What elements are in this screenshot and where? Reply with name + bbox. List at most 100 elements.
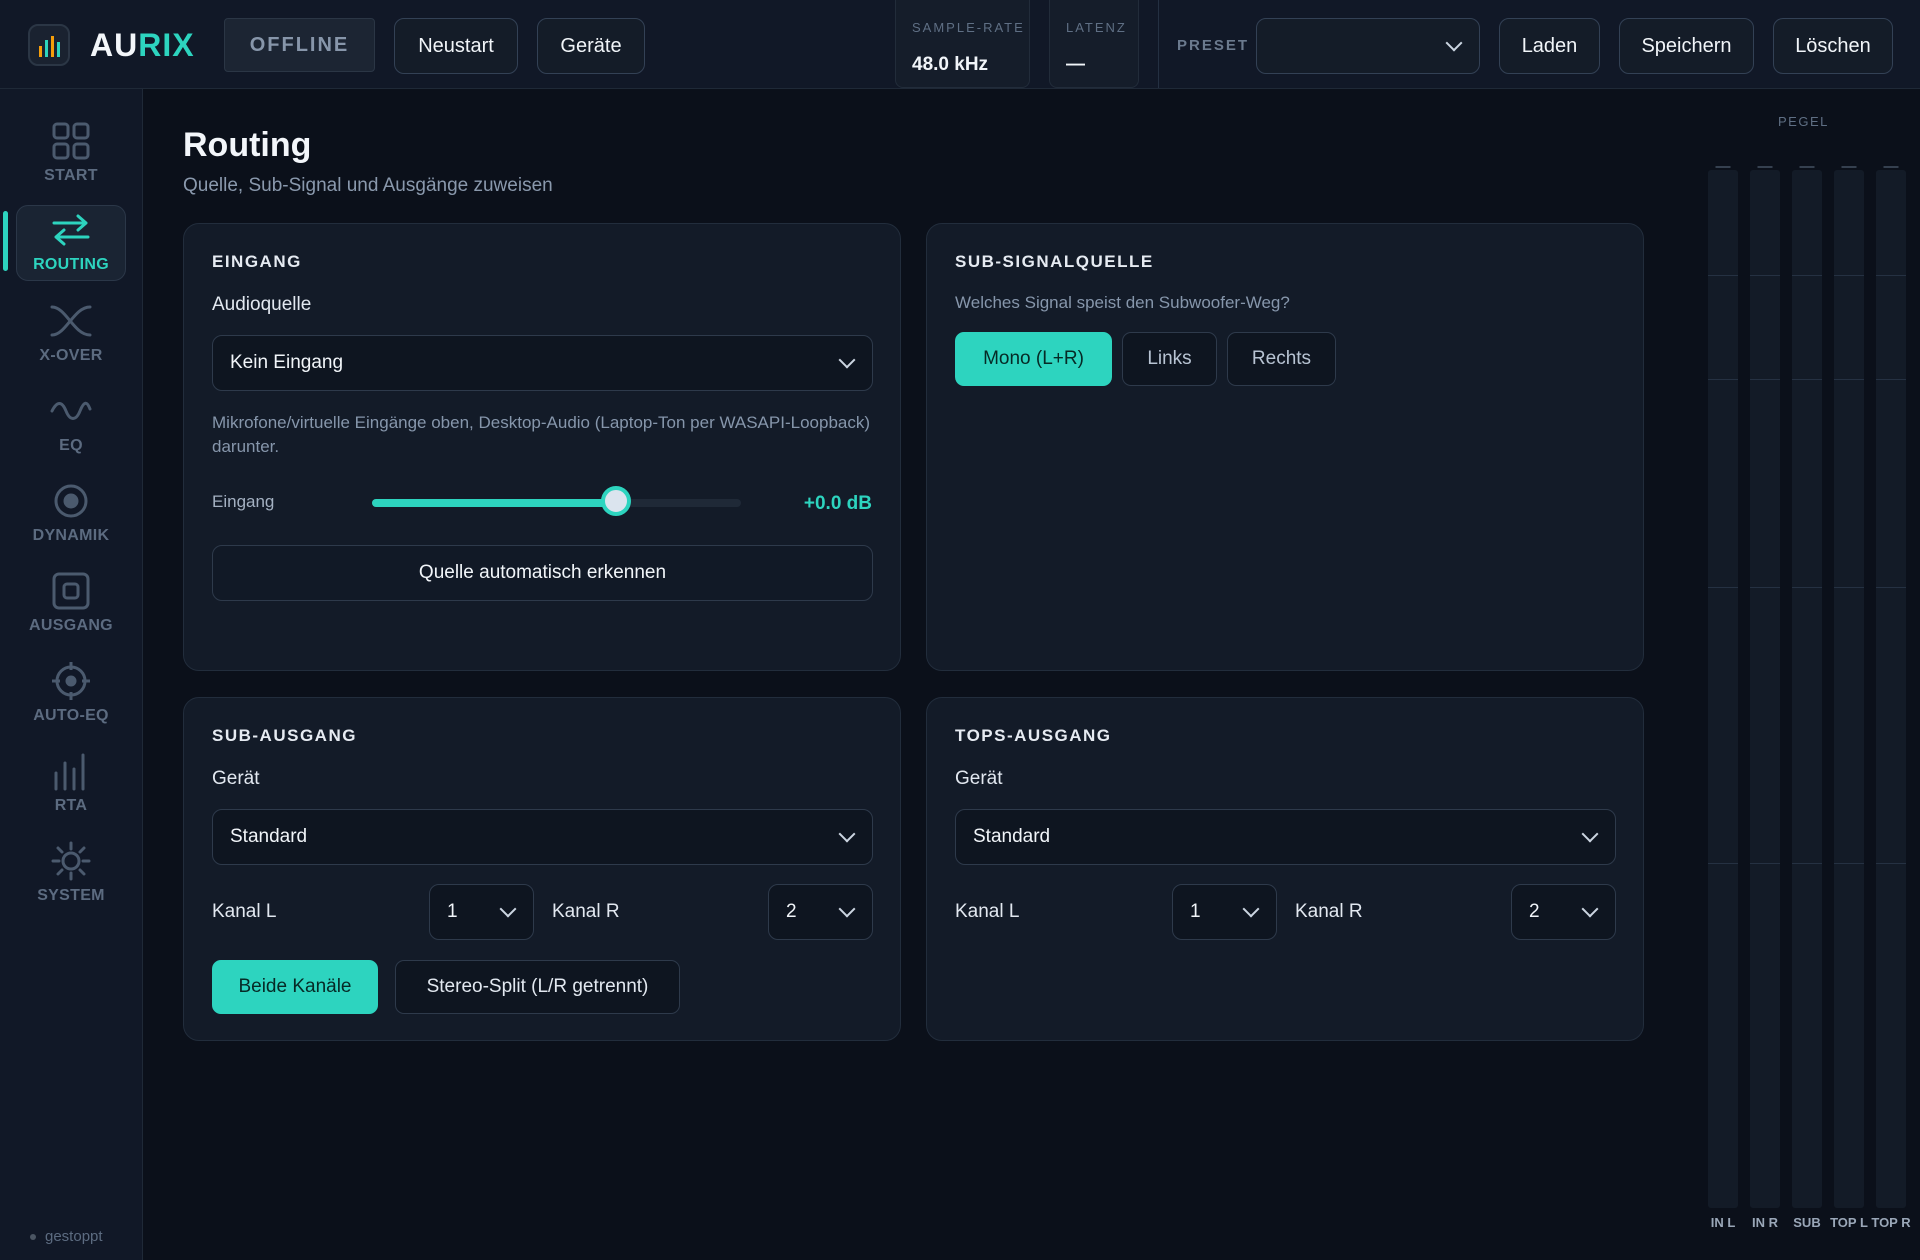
nav-label: X-OVER	[39, 347, 103, 364]
tops-channel-l-label: Kanal L	[955, 901, 1020, 922]
nav-item-ausgang[interactable]: AUSGANG	[16, 565, 126, 641]
input-gain-thumb[interactable]	[600, 486, 631, 516]
meter-tick	[1750, 863, 1780, 864]
sub-source-mono-button[interactable]: Mono (L+R)	[955, 332, 1112, 386]
meter-tick	[1708, 587, 1738, 588]
input-gain-slider[interactable]	[372, 499, 741, 507]
tops-device-label: Gerät	[955, 768, 1003, 789]
card-title: EINGANG	[212, 252, 302, 271]
sub-channel-r-select[interactable]: 2	[768, 884, 873, 940]
chevron-down-icon	[838, 825, 856, 843]
meter-tick	[1876, 863, 1906, 864]
nav-item-x-over[interactable]: X-OVER	[16, 295, 126, 371]
logo-icon	[28, 24, 70, 66]
card-title: TOPS-AUSGANG	[955, 726, 1112, 745]
meter-bar	[1876, 170, 1906, 1208]
input-card: EINGANG Audioquelle Kein Eingang Mikrofo…	[183, 223, 901, 671]
save-preset-button[interactable]: Speichern	[1619, 18, 1754, 74]
meter-tick	[1792, 275, 1822, 276]
nav-item-routing[interactable]: ROUTING	[16, 205, 126, 281]
tops-output-card: TOPS-AUSGANG Gerät Standard Kanal L 1 Ka…	[926, 697, 1644, 1041]
chevron-down-icon	[499, 900, 517, 918]
nav-item-eq[interactable]: EQ	[16, 385, 126, 461]
sub-source-left-button[interactable]: Links	[1122, 332, 1217, 386]
grid-icon	[49, 119, 93, 163]
preset-select[interactable]	[1256, 18, 1480, 74]
nav-item-auto-eq[interactable]: AUTO-EQ	[16, 655, 126, 731]
wave-icon	[49, 389, 93, 433]
tops-channel-l-select[interactable]: 1	[1172, 884, 1277, 940]
meter-channel-label: TOP R	[1871, 1215, 1911, 1230]
logo-wordmark: AURIX	[90, 27, 195, 63]
sample-rate-value: 48.0 kHz	[912, 54, 989, 75]
load-preset-button[interactable]: Laden	[1499, 18, 1600, 74]
crossover-icon	[49, 299, 93, 343]
devices-button[interactable]: Geräte	[537, 18, 645, 74]
delete-preset-button[interactable]: Löschen	[1773, 18, 1893, 74]
sub-source-right-button[interactable]: Rechts	[1227, 332, 1336, 386]
sub-device-select[interactable]: Standard	[212, 809, 873, 865]
meter-channel-label: IN L	[1710, 1215, 1736, 1230]
both-channels-button[interactable]: Beide Kanäle	[212, 960, 378, 1014]
meter-tick	[1708, 275, 1738, 276]
nav-item-dynamik[interactable]: DYNAMIK	[16, 475, 126, 551]
chevron-down-icon	[1581, 900, 1599, 918]
tops-channel-r-select[interactable]: 2	[1511, 884, 1616, 940]
engine-status-text: gestoppt	[45, 1228, 103, 1245]
meter-channel-label: IN R	[1752, 1215, 1778, 1230]
nav-label: RTA	[54, 797, 88, 814]
sub-channel-l-select[interactable]: 1	[429, 884, 534, 940]
input-gain-value: +0.0 dB	[803, 493, 872, 514]
stereo-split-button[interactable]: Stereo-Split (L/R getrennt)	[395, 960, 680, 1014]
sun-gear-icon	[49, 839, 93, 883]
nav-label: AUSGANG	[29, 617, 113, 634]
meter-bar	[1792, 170, 1822, 1208]
nav-item-system[interactable]: SYSTEM	[16, 835, 126, 911]
sub-channel-r-value: 2	[786, 901, 797, 922]
output-square-icon	[49, 569, 93, 613]
sidebar: START ROUTING X-OVER EQ DYNAMIK AUSGANG …	[0, 89, 143, 1260]
restart-button[interactable]: Neustart	[394, 18, 518, 74]
meter-tick	[1792, 587, 1822, 588]
status-dot-icon	[30, 1233, 36, 1240]
chevron-down-icon	[838, 900, 856, 918]
nav-item-rta[interactable]: RTA	[16, 745, 126, 821]
crosshair-icon	[49, 659, 93, 703]
sub-source-card: SUB-SIGNALQUELLE Welches Signal speist d…	[926, 223, 1644, 671]
nav-label: EQ	[59, 437, 83, 454]
sub-source-question: Welches Signal speist den Subwoofer-Weg?	[955, 293, 1290, 312]
nav-label: DYNAMIK	[32, 527, 110, 544]
nav-label: START	[44, 167, 98, 184]
chevron-down-icon	[1242, 900, 1260, 918]
nav-label: ROUTING	[33, 256, 109, 273]
chevron-down-icon	[1445, 34, 1463, 52]
sample-rate-label: SAMPLE-RATE	[912, 20, 1025, 35]
card-title: SUB-AUSGANG	[212, 726, 357, 745]
engine-status: gestoppt	[30, 1228, 103, 1245]
audio-source-value: Kein Eingang	[230, 352, 344, 373]
sub-channel-l-label: Kanal L	[212, 901, 277, 922]
active-nav-indicator	[3, 211, 8, 271]
meter-tick	[1834, 275, 1864, 276]
sub-device-label: Gerät	[212, 768, 260, 789]
nav-item-start[interactable]: START	[16, 115, 126, 191]
meter-bar	[1750, 170, 1780, 1208]
page-title: Routing	[183, 126, 312, 164]
level-meters-title: PEGEL	[1778, 114, 1829, 129]
audio-source-select[interactable]: Kein Eingang	[212, 335, 873, 391]
preset-label: PRESET	[1177, 37, 1250, 54]
auto-detect-source-button[interactable]: Quelle automatisch erkennen	[212, 545, 873, 601]
nav-label: SYSTEM	[37, 887, 105, 904]
meter-tick	[1876, 587, 1906, 588]
meter-tick	[1708, 863, 1738, 864]
sub-output-card: SUB-AUSGANG Gerät Standard Kanal L 1 Kan…	[183, 697, 901, 1041]
tops-device-select[interactable]: Standard	[955, 809, 1616, 865]
sub-channel-l-value: 1	[447, 901, 458, 922]
sub-device-value: Standard	[230, 826, 308, 847]
input-gain-label: Eingang	[212, 492, 275, 511]
latency-value: —	[1066, 54, 1085, 75]
meter-bar	[1708, 170, 1738, 1208]
target-circle-icon	[49, 479, 93, 523]
meter-tick	[1834, 863, 1864, 864]
meter-channel-label: SUB	[1793, 1215, 1821, 1230]
